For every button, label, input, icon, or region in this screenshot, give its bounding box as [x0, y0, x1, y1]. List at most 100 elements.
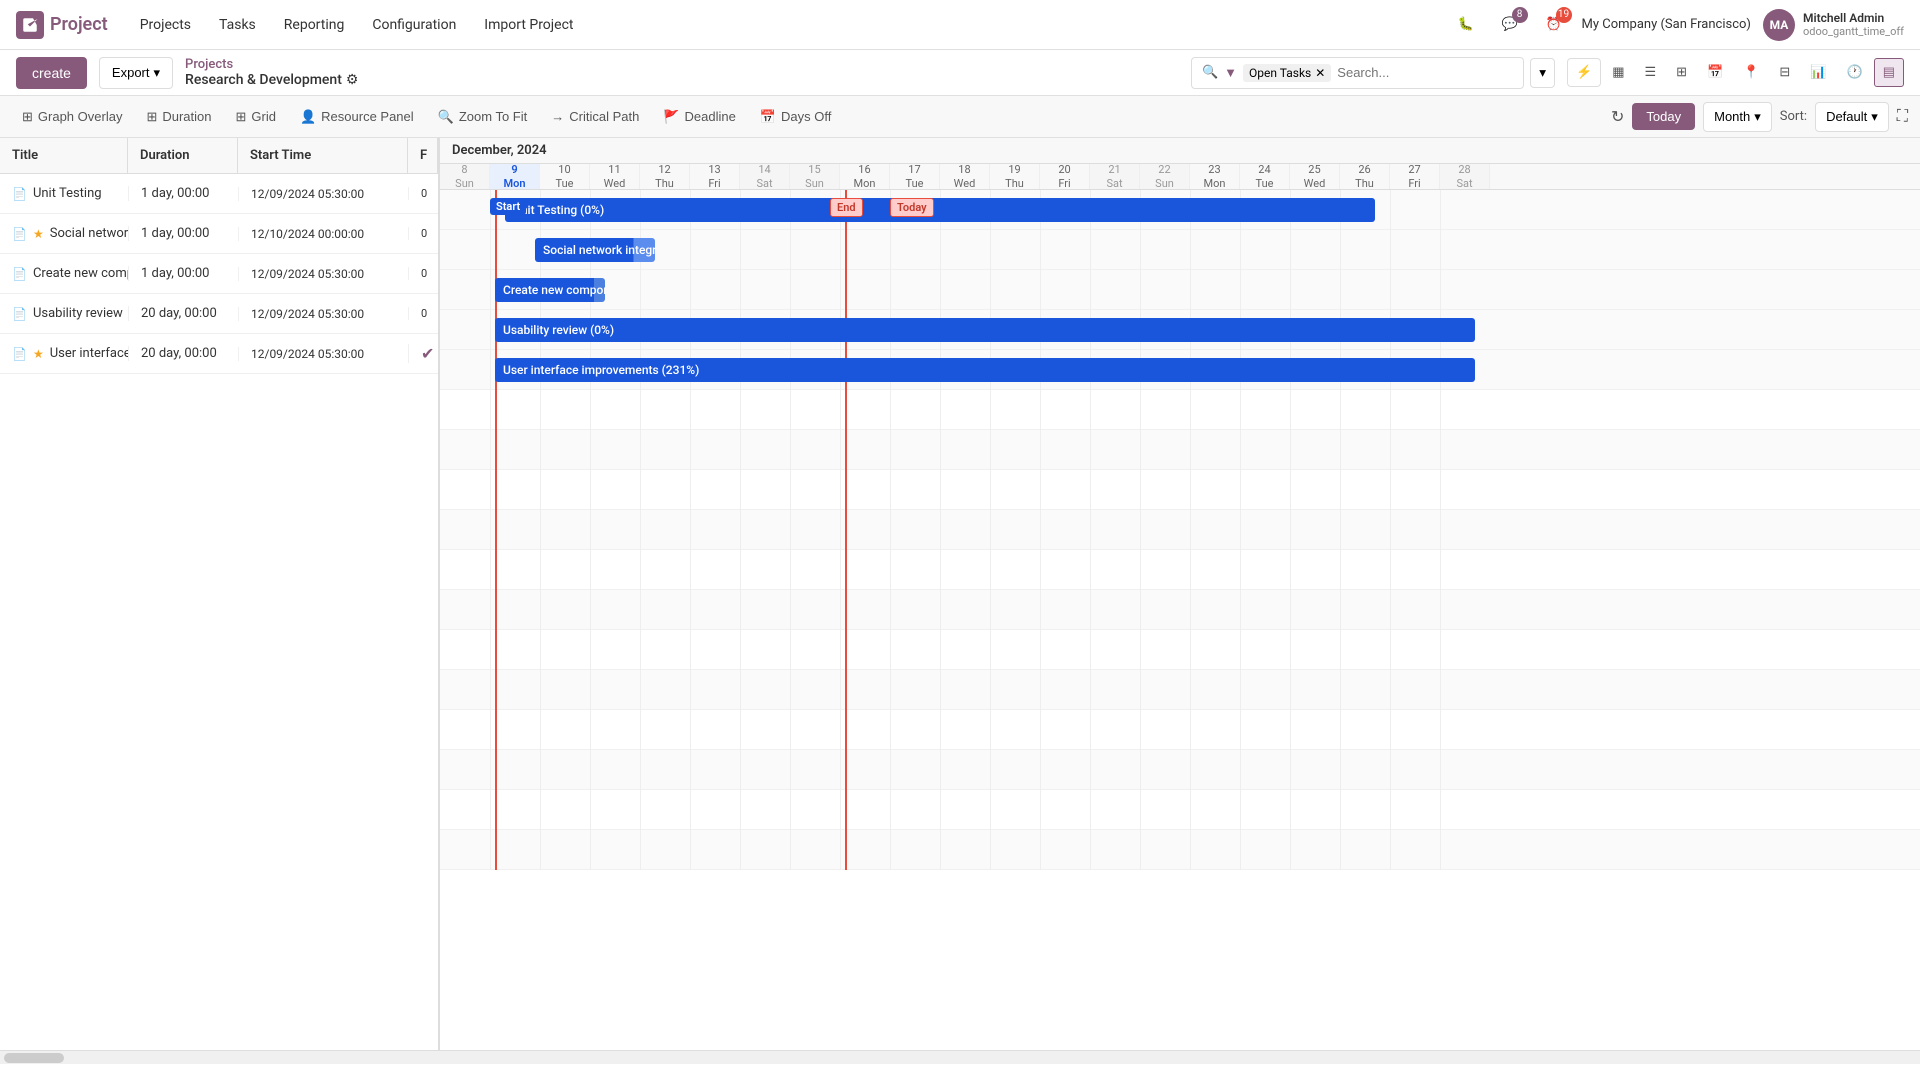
view-calendar-btn[interactable]: 📅: [1698, 58, 1732, 87]
task-row[interactable]: 📄 ★ User interface improve 20 day, 00:00…: [0, 334, 438, 374]
breadcrumb-parent[interactable]: Projects: [185, 57, 358, 72]
gantt-bar-5[interactable]: User interface improvements (231%): [495, 358, 1475, 382]
search-input[interactable]: [1337, 65, 1513, 80]
bar-label-4: Usability review (0%): [503, 323, 614, 337]
view-gantt-btn[interactable]: ▤: [1874, 58, 1904, 87]
empty-row: [440, 430, 1920, 470]
check-icon: ✔: [421, 344, 434, 363]
sort-btn[interactable]: Default ▾: [1815, 102, 1889, 132]
refresh-btn[interactable]: ↻: [1611, 107, 1624, 127]
day-header-19: 19Thu: [990, 164, 1040, 189]
days-off-btn[interactable]: 📅 Days Off: [750, 103, 842, 131]
task-list-panel: Title Duration Start Time F 📄 Unit Testi…: [0, 138, 440, 1050]
deadline-btn[interactable]: 🚩 Deadline: [653, 103, 746, 131]
day-header-21: 21Sat: [1090, 164, 1140, 189]
deadline-icon: 🚩: [663, 109, 679, 125]
gantt-day-headers: 8Sun 9Mon 10Tue 11Wed 12Thu 13Fri 14Sat …: [440, 164, 1920, 190]
user-role: odoo_gantt_time_off: [1803, 25, 1904, 38]
task-title: Social network integrat: [50, 226, 128, 241]
zoom-to-fit-btn[interactable]: 🔍 Zoom To Fit: [428, 103, 538, 131]
nav-import[interactable]: Import Project: [472, 11, 585, 39]
export-button[interactable]: Export ▾: [99, 57, 173, 89]
gantt-row-3[interactable]: Create new components (90%): [440, 270, 1920, 310]
empty-row: [440, 670, 1920, 710]
clock-icon-btn[interactable]: ⏰ 19: [1538, 9, 1570, 41]
filter-tag[interactable]: Open Tasks ✕: [1243, 64, 1331, 82]
task-row[interactable]: 📄 Unit Testing 1 day, 00:00 12/09/2024 0…: [0, 174, 438, 214]
today-btn[interactable]: Today: [1632, 103, 1695, 130]
search-bar: 🔍 ▼ Open Tasks ✕ ▾: [1191, 57, 1555, 89]
settings-icon[interactable]: ⚙: [346, 72, 359, 88]
person-icon: 👤: [300, 109, 316, 125]
column-headers: Title Duration Start Time F: [0, 138, 438, 174]
day-header-23: 23Mon: [1190, 164, 1240, 189]
nav-configuration[interactable]: Configuration: [360, 11, 468, 39]
view-grid2-btn[interactable]: ⊟: [1770, 58, 1799, 87]
gantt-bar-3[interactable]: Create new components (90%): [495, 278, 605, 302]
scrollbar-thumb: [4, 1053, 64, 1063]
bottom-scrollbar[interactable]: [0, 1050, 1920, 1064]
task-title-cell: 📄 ★ Social network integrat: [0, 226, 128, 241]
gantt-bar-2[interactable]: Social network integration (82%): [535, 238, 655, 262]
gantt-month-label: December, 2024: [452, 143, 547, 158]
task-title: Create new components: [33, 266, 128, 281]
month-btn[interactable]: Month ▾: [1703, 102, 1772, 132]
task-doc-icon: 📄: [12, 227, 27, 241]
view-list-btn[interactable]: ☰: [1635, 58, 1665, 87]
gantt-row-2[interactable]: Social network integration (82%): [440, 230, 1920, 270]
nav-reporting[interactable]: Reporting: [272, 11, 357, 39]
bug-icon-btn[interactable]: 🐛: [1450, 9, 1482, 41]
day-header-22: 22Sun: [1140, 164, 1190, 189]
gantt-row-4[interactable]: Usability review (0%): [440, 310, 1920, 350]
gantt-bar-4[interactable]: Usability review (0%): [495, 318, 1475, 342]
app-logo[interactable]: Project: [16, 11, 108, 39]
filter-close-icon[interactable]: ✕: [1315, 66, 1325, 80]
gantt-row-1[interactable]: Start End Today Unit Testing (0%): [440, 190, 1920, 230]
resource-panel-btn[interactable]: 👤 Resource Panel: [290, 103, 424, 131]
filter-settings-btn[interactable]: ⚡: [1567, 58, 1601, 87]
task-title: User interface improve: [50, 346, 128, 361]
graph-overlay-btn[interactable]: ⊞ Graph Overlay: [12, 103, 132, 131]
company-name: My Company (San Francisco): [1582, 17, 1751, 32]
day-header-26: 26Thu: [1340, 164, 1390, 189]
user-info[interactable]: MA Mitchell Admin odoo_gantt_time_off: [1763, 9, 1904, 41]
view-map-btn[interactable]: 📍: [1734, 58, 1768, 87]
user-details: Mitchell Admin odoo_gantt_time_off: [1803, 11, 1904, 38]
empty-row: [440, 470, 1920, 510]
nav-tasks[interactable]: Tasks: [207, 11, 268, 39]
logo-icon: [16, 11, 44, 39]
day-header-27: 27Fri: [1390, 164, 1440, 189]
task-row[interactable]: 📄 Create new components 1 day, 00:00 12/…: [0, 254, 438, 294]
view-chart-btn[interactable]: 📊: [1801, 58, 1835, 87]
grid-label: Grid: [251, 109, 276, 124]
days-off-label: Days Off: [781, 109, 831, 124]
search-dropdown-btn[interactable]: ▾: [1530, 58, 1555, 88]
duration-btn[interactable]: ⊞ Duration: [136, 103, 221, 131]
gantt-rows-container: Start End Today Unit Testing (0%) Social…: [440, 190, 1920, 870]
fullscreen-btn[interactable]: ⛶: [1897, 108, 1908, 126]
task-doc-icon: 📄: [12, 307, 27, 321]
task-row[interactable]: 📄 ★ Social network integrat 1 day, 00:00…: [0, 214, 438, 254]
app-name: Project: [50, 14, 108, 35]
star-icon[interactable]: ★: [33, 347, 44, 361]
zoom-icon: 🔍: [438, 109, 454, 125]
arrow-icon: →: [551, 109, 564, 124]
task-row[interactable]: 📄 Usability review 20 day, 00:00 12/09/2…: [0, 294, 438, 334]
gantt-row-5[interactable]: User interface improvements (231%): [440, 350, 1920, 390]
critical-path-btn[interactable]: → Critical Path: [541, 103, 649, 130]
grid-btn[interactable]: ⊞ Grid: [226, 103, 286, 131]
chat-icon-btn[interactable]: 💬 8: [1494, 9, 1526, 41]
nav-projects[interactable]: Projects: [128, 11, 203, 39]
breadcrumb: Projects Research & Development ⚙: [185, 57, 358, 88]
view-kanban-btn[interactable]: ▦: [1603, 58, 1633, 87]
breadcrumb-current: Research & Development ⚙: [185, 72, 358, 88]
create-button[interactable]: create: [16, 57, 87, 89]
view-clock-btn[interactable]: 🕐: [1838, 58, 1872, 87]
month-label: Month: [1714, 109, 1750, 124]
view-table-btn[interactable]: ⊞: [1667, 58, 1696, 87]
task-start-cell: 12/09/2024 05:30:00: [238, 267, 408, 281]
empty-row: [440, 390, 1920, 430]
graph-overlay-icon: ⊞: [22, 109, 33, 125]
gantt-bar-1[interactable]: Unit Testing (0%): [505, 198, 1375, 222]
star-icon[interactable]: ★: [33, 227, 44, 241]
